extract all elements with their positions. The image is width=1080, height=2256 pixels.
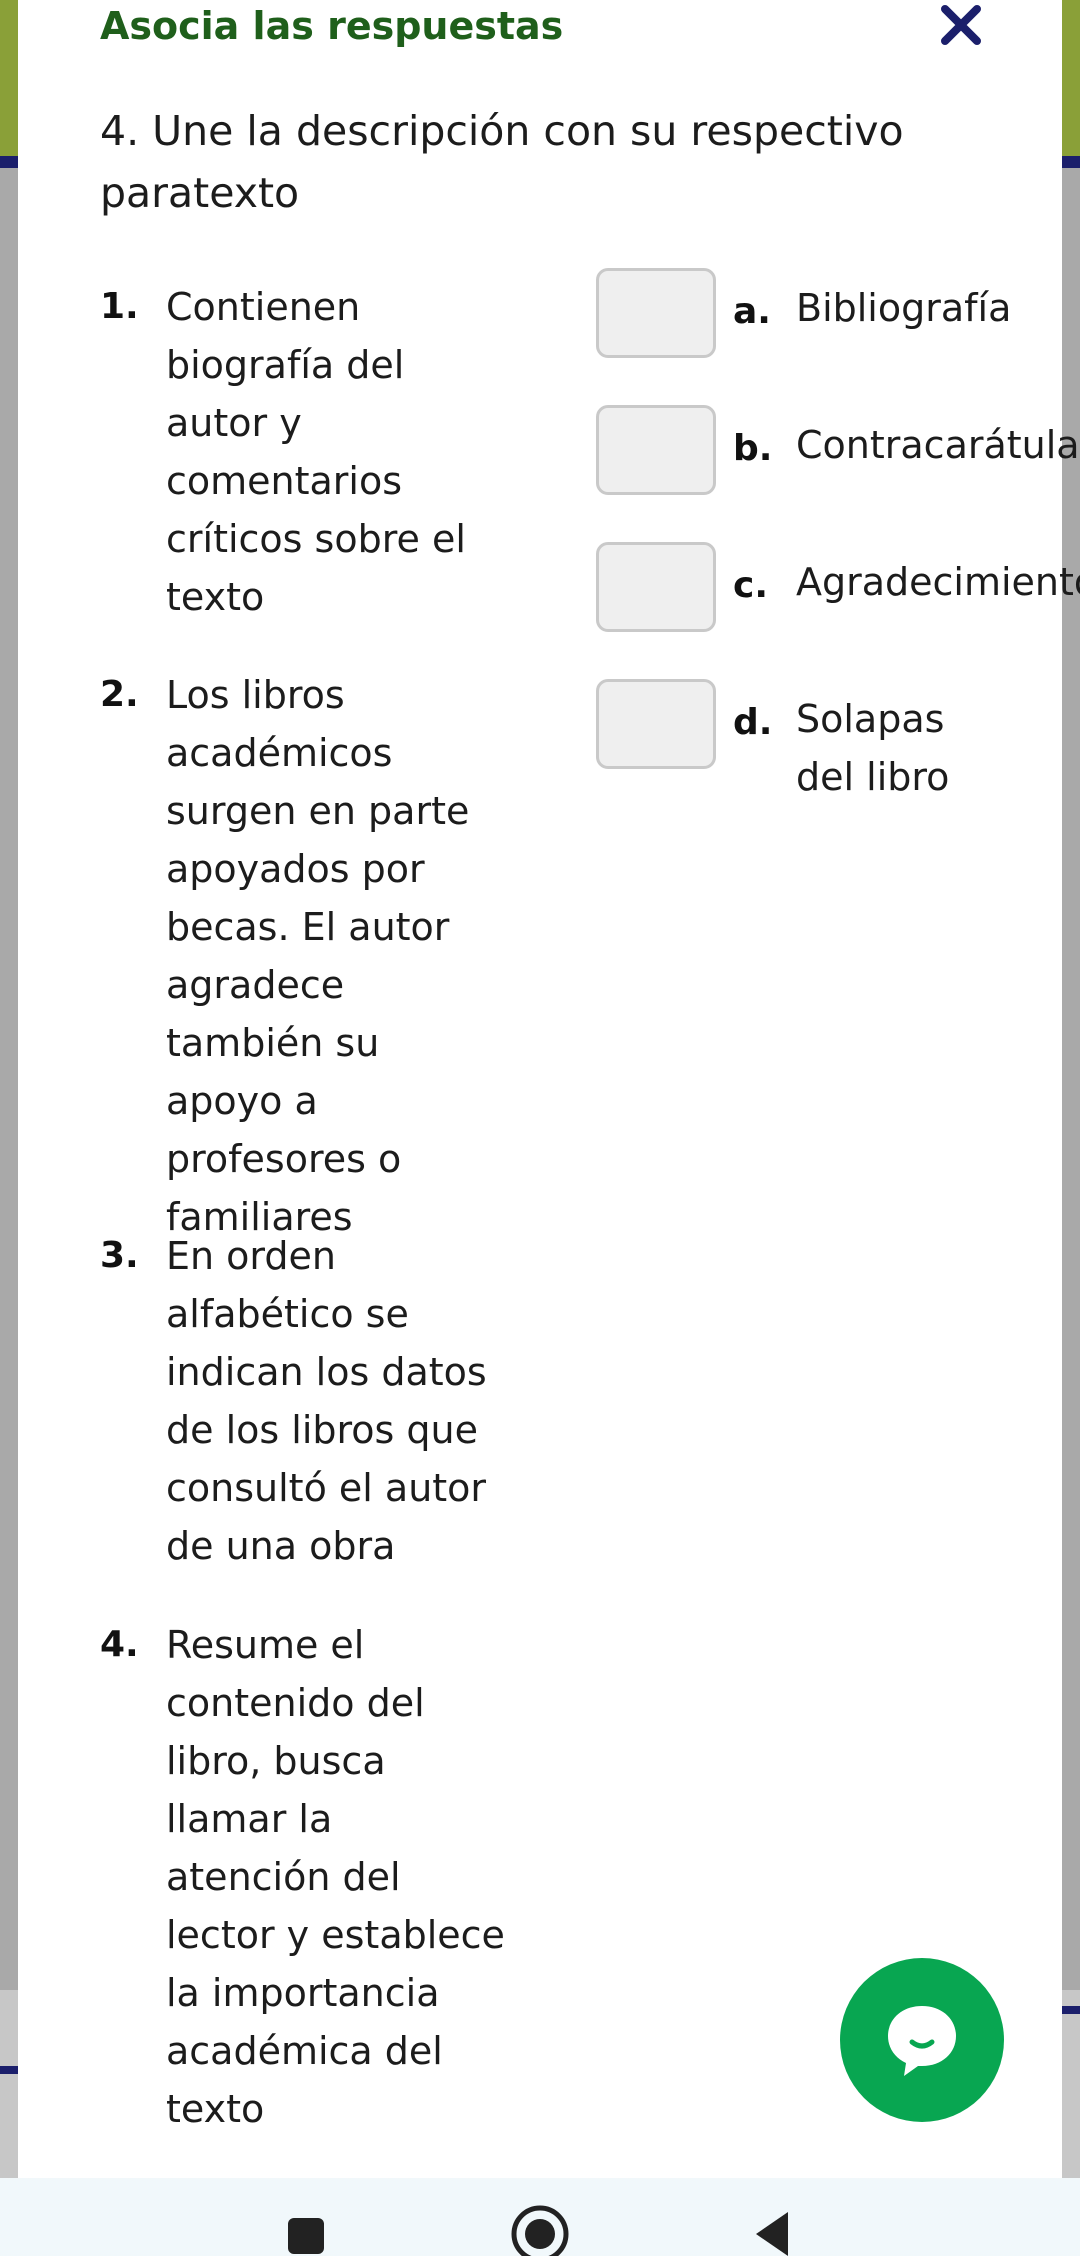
background-app-edge: [1062, 0, 1080, 168]
description-number: 2.: [100, 674, 139, 715]
option-label-solapas: Solapas del libro: [796, 697, 950, 799]
back-triangle-icon[interactable]: [748, 2208, 796, 2256]
background-app-edge: [1062, 1990, 1080, 2180]
background-divider: [1062, 2006, 1080, 2014]
background-app-edge: [0, 0, 18, 168]
description-item-4: 4. Resume el contenido del libro, busca …: [100, 1616, 520, 2138]
description-text: Los libros académicos surgen en parte ap…: [166, 673, 470, 1239]
home-circle-icon[interactable]: [508, 2202, 572, 2256]
description-item-1: 1. Contienen biografía del autor y comen…: [100, 278, 520, 626]
chat-button[interactable]: [840, 1958, 1004, 2122]
description-number: 1.: [100, 286, 139, 327]
chat-bubble-icon: [888, 2006, 956, 2076]
option-letter-b: b.: [733, 428, 773, 469]
close-button[interactable]: [933, 0, 989, 50]
answer-box-a[interactable]: [596, 268, 716, 358]
background-divider: [1062, 156, 1080, 168]
question-text: 4. Une la descripción con su respectivo …: [100, 107, 904, 217]
close-icon: [941, 5, 981, 45]
description-number: 4.: [100, 1624, 139, 1665]
option-label-contracaratula: Contracarátula: [796, 423, 1080, 467]
option-letter-c: c.: [733, 565, 769, 606]
background-divider: [0, 156, 18, 168]
description-number: 3.: [100, 1235, 139, 1276]
match-answers-modal: Asocia las respuestas 4. Une la descripc…: [18, 0, 1080, 2178]
description-text: En orden alfabético se indican los datos…: [166, 1234, 487, 1568]
option-letter-a: a.: [733, 291, 771, 332]
option-label-bibliografia: Bibliografía: [796, 286, 1012, 330]
android-nav-bar: [0, 2178, 1080, 2256]
answer-box-b[interactable]: [596, 405, 716, 495]
answer-box-c[interactable]: [596, 542, 716, 632]
recents-square-icon[interactable]: [284, 2216, 328, 2256]
background-app-edge: [0, 1990, 18, 2180]
description-text: Resume el contenido del libro, busca lla…: [166, 1623, 505, 2131]
modal-title: Asocia las respuestas: [100, 4, 564, 48]
option-label-agradecimientos: Agradecimientos: [796, 560, 1080, 604]
background-divider: [0, 2066, 18, 2074]
description-item-3: 3. En orden alfabético se indican los da…: [100, 1227, 520, 1575]
description-text: Contienen biografía del autor y comentar…: [166, 285, 466, 619]
option-letter-d: d.: [733, 702, 773, 743]
description-item-2: 2. Los libros académicos surgen en parte…: [100, 666, 520, 1246]
answer-box-d[interactable]: [596, 679, 716, 769]
